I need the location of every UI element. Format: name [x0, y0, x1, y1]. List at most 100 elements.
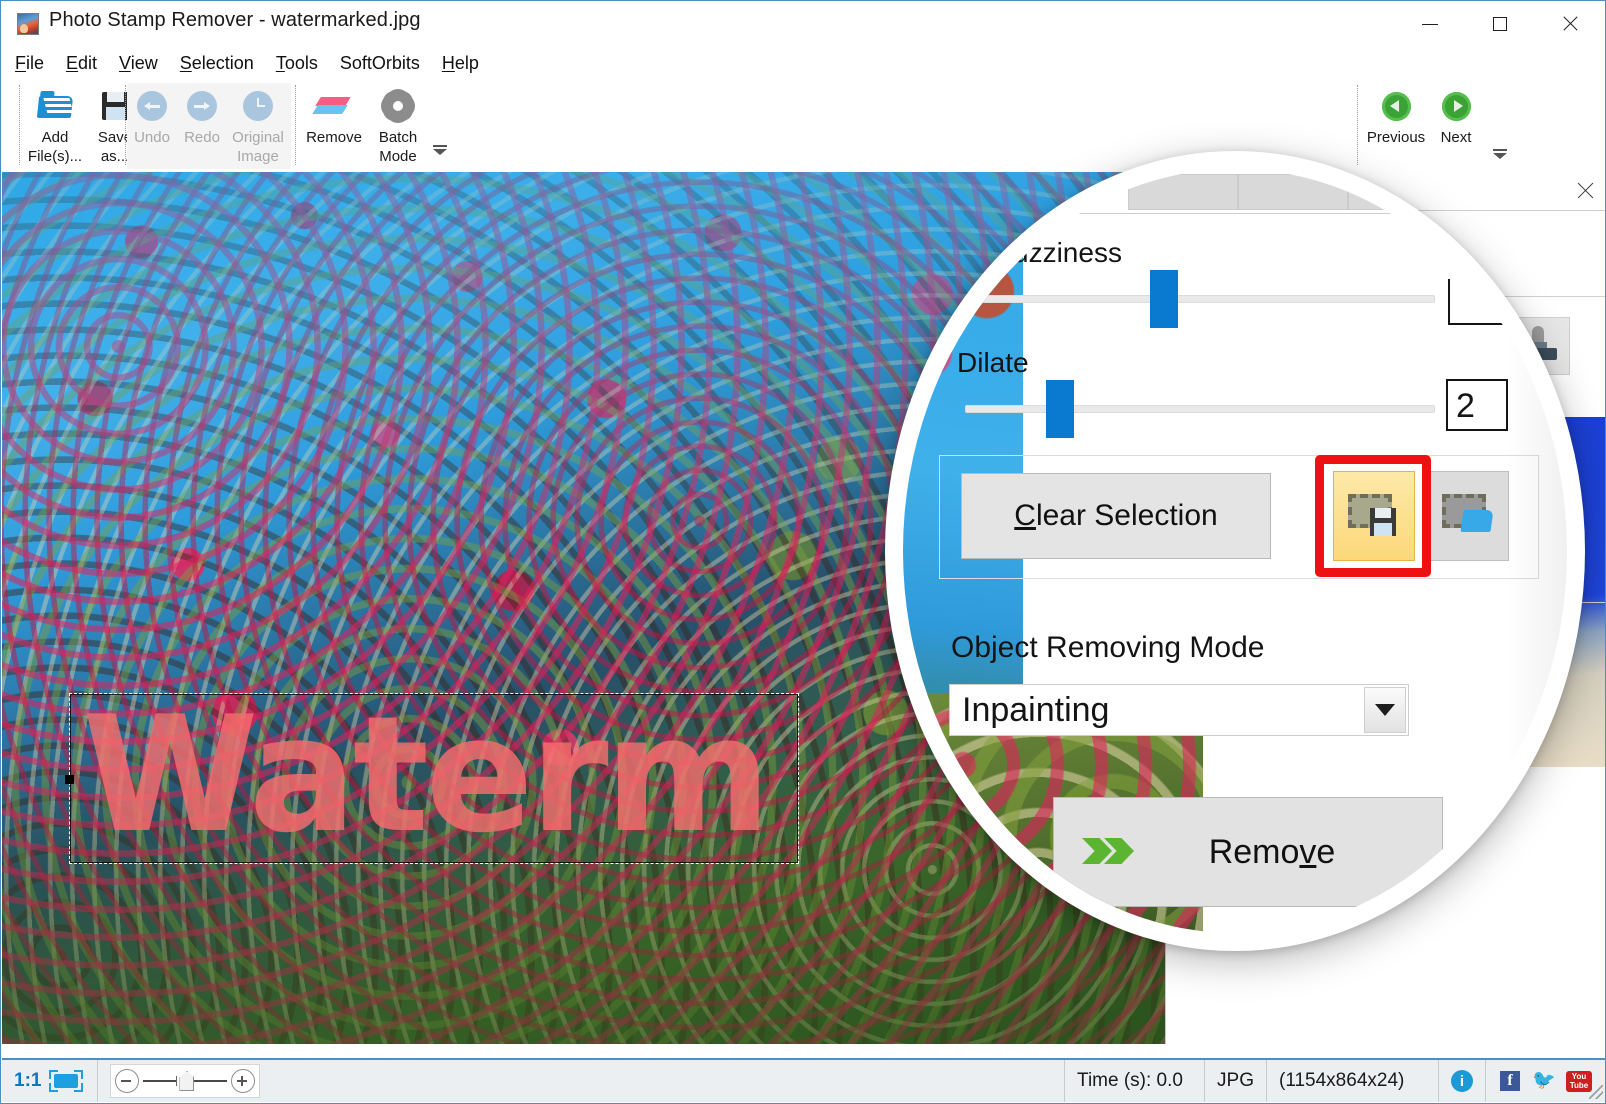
- menu-tools[interactable]: Tools: [276, 53, 318, 74]
- object-removing-mode-label: Object Removing Mode: [951, 631, 1265, 664]
- green-double-chevron-icon: [1082, 832, 1136, 872]
- menu-edit[interactable]: Edit: [66, 53, 97, 74]
- ribbon-expander-icon[interactable]: [433, 145, 447, 155]
- menu-edit-label: dit: [78, 52, 98, 73]
- menu-view-mnemonic: V: [119, 52, 131, 73]
- menu-file[interactable]: File: [15, 53, 44, 74]
- menu-view[interactable]: View: [119, 53, 158, 74]
- menu-edit-mnemonic: E: [66, 52, 79, 73]
- zoom-slider-knob[interactable]: [179, 1071, 195, 1091]
- dilate-slider-thumb[interactable]: [1046, 380, 1074, 438]
- magnifier-lens-inner: lor Fuzziness Dilate 2 Clear Selection O…: [903, 169, 1567, 933]
- green-left-arrow-icon: [1377, 87, 1415, 125]
- menu-help-mnemonic: H: [441, 52, 455, 73]
- selection-marquee[interactable]: [65, 693, 799, 864]
- info-icon[interactable]: i: [1451, 1070, 1473, 1092]
- open-folder-icon: [36, 87, 74, 125]
- status-spacer: [272, 1060, 1066, 1102]
- facebook-icon[interactable]: f: [1500, 1071, 1520, 1091]
- youtube-line2: Tube: [1569, 1080, 1589, 1090]
- eraser-icon: [315, 87, 353, 125]
- batch-mode-label: Batch Mode: [378, 129, 418, 165]
- window-controls: [1395, 1, 1605, 47]
- magnified-divider: [943, 213, 1567, 214]
- zoom-track-left: [143, 1080, 177, 1082]
- color-fuzziness-slider-thumb[interactable]: [1150, 270, 1178, 328]
- menu-help-label: elp: [454, 52, 479, 73]
- menu-softorbits[interactable]: SoftOrbits: [340, 53, 420, 74]
- remove-ribbon-button[interactable]: Remove: [301, 83, 367, 147]
- maximize-button[interactable]: [1465, 1, 1535, 47]
- panel-close-icon[interactable]: [1576, 182, 1594, 200]
- zoom-slider[interactable]: [110, 1064, 261, 1098]
- next-button[interactable]: Next: [1429, 83, 1483, 147]
- color-fuzziness-value-box[interactable]: [1448, 279, 1508, 325]
- chevron-down-icon[interactable]: [1364, 687, 1406, 733]
- original-image-label: Original Image: [232, 129, 284, 165]
- toolbar-button-4[interactable]: [1458, 174, 1567, 210]
- menu-selection-mnemonic: S: [179, 52, 192, 73]
- color-fuzziness-slider-track[interactable]: [965, 295, 1435, 303]
- ribbon-separator-3: [295, 85, 297, 165]
- ribbon-group-navigation: Previous Next: [1363, 83, 1483, 169]
- ribbon-group-actions: Remove Batch Mode: [301, 83, 429, 169]
- fit-to-window-icon[interactable]: [49, 1070, 84, 1092]
- twitter-icon[interactable]: 🐦: [1532, 1071, 1556, 1090]
- undo-button[interactable]: Undo: [127, 83, 177, 147]
- toolbar-button-3[interactable]: [1348, 174, 1458, 210]
- dilate-slider-track[interactable]: [965, 405, 1435, 413]
- zoom-in-button[interactable]: [231, 1069, 256, 1093]
- close-button[interactable]: [1535, 1, 1605, 47]
- menu-bar: File Edit View Selection Tools SoftOrbit…: [1, 47, 1605, 79]
- menu-selection[interactable]: Selection: [180, 53, 254, 74]
- zoom-out-button[interactable]: [115, 1069, 140, 1093]
- dilate-value-field[interactable]: 2: [1446, 379, 1508, 431]
- menu-help[interactable]: Help: [442, 53, 479, 74]
- zoom-ratio-label: 1:1: [14, 1070, 42, 1091]
- load-selection-icon[interactable]: [1427, 471, 1509, 561]
- magnifier-lens: lor Fuzziness Dilate 2 Clear Selection O…: [885, 151, 1585, 951]
- previous-label: Previous: [1366, 129, 1426, 146]
- minimize-icon: [1422, 23, 1438, 25]
- application-window: Photo Stamp Remover - watermarked.jpg Fi…: [0, 0, 1606, 1104]
- resize-grip-icon[interactable]: [1589, 1085, 1603, 1099]
- dimensions-cell: (1154x864x24): [1267, 1060, 1439, 1102]
- ribbon-separator-1: [19, 85, 21, 165]
- ribbon-expander-icon-right[interactable]: [1493, 149, 1507, 159]
- title-bar: Photo Stamp Remover - watermarked.jpg: [1, 1, 1605, 47]
- minimize-button[interactable]: [1395, 1, 1465, 47]
- redo-arrow-icon: [183, 87, 221, 125]
- menu-file-mnemonic: F: [15, 52, 26, 73]
- clear-selection-button[interactable]: Clear Selection: [961, 473, 1271, 559]
- remove-button[interactable]: Remove: [1053, 797, 1443, 907]
- zoom-slider-cell: [97, 1060, 272, 1102]
- info-cell: i: [1439, 1060, 1486, 1102]
- add-files-button[interactable]: Add File(s)...: [25, 83, 85, 166]
- zoom-track-right: [194, 1080, 228, 1082]
- highlight-annotation-box: [1315, 455, 1431, 577]
- object-removing-mode-select[interactable]: Inpainting: [949, 684, 1409, 736]
- menu-softorbits-label: SoftOrbits: [339, 52, 420, 73]
- zoom-tick: [176, 1076, 178, 1086]
- toolbar-button-2[interactable]: [1238, 174, 1348, 210]
- maximize-icon: [1493, 17, 1507, 31]
- batch-mode-button[interactable]: Batch Mode: [367, 83, 429, 166]
- previous-button[interactable]: Previous: [1363, 83, 1429, 147]
- original-image-button[interactable]: Original Image: [227, 83, 289, 166]
- close-icon: [1562, 16, 1578, 32]
- toolbar-button-1[interactable]: [1128, 174, 1238, 210]
- social-icons: f 🐦 You Tube: [1486, 1070, 1605, 1092]
- menu-file-label: ile: [26, 52, 45, 73]
- window-title: Photo Stamp Remover - watermarked.jpg: [49, 9, 421, 31]
- selection-handle-west[interactable]: [65, 774, 74, 784]
- menu-tools-mnemonic: T: [275, 52, 285, 73]
- youtube-line1: You: [1571, 1071, 1587, 1081]
- next-label: Next: [1440, 129, 1472, 146]
- menu-selection-label: election: [191, 52, 254, 73]
- dilate-label: Dilate: [957, 347, 1029, 378]
- green-right-arrow-icon: [1437, 87, 1475, 125]
- ribbon-separator-4: [1357, 85, 1359, 165]
- remove-ribbon-label: Remove: [306, 129, 362, 146]
- ribbon-toolbar: Add File(s)... Save as... Undo Redo Orig…: [1, 79, 1605, 172]
- redo-button[interactable]: Redo: [177, 83, 227, 147]
